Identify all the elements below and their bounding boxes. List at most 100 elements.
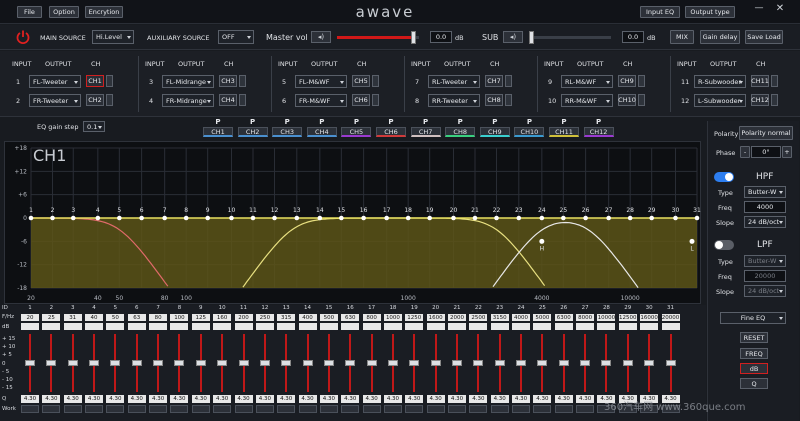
mix-button[interactable]: MIX (670, 30, 694, 44)
band-freq-input[interactable]: 10000 (597, 314, 616, 321)
band-freq-input[interactable]: 250 (255, 314, 274, 321)
band-freq-input[interactable]: 800 (362, 314, 381, 321)
band-q-input[interactable]: 4.30 (362, 395, 381, 403)
band-work-toggle[interactable] (319, 405, 338, 413)
band-freq-input[interactable]: 8000 (576, 314, 595, 321)
band-work-toggle[interactable] (191, 405, 210, 413)
band-gain-handle[interactable] (366, 360, 377, 366)
graph-band-point[interactable] (673, 215, 678, 221)
routing-channel-button[interactable]: CH10 (618, 94, 636, 106)
routing-output-select[interactable]: FR-M&WF (295, 94, 347, 107)
band-freq-input[interactable]: 630 (341, 314, 360, 321)
band-gain-handle[interactable] (67, 360, 78, 366)
band-db-input[interactable]: 0 (63, 323, 82, 330)
band-db-input[interactable]: 0 (618, 323, 637, 330)
routing-mute-toggle[interactable] (239, 94, 246, 106)
band-freq-input[interactable]: 6300 (554, 314, 573, 321)
band-q-input[interactable]: 4.30 (149, 395, 168, 403)
band-db-input[interactable]: 0 (234, 323, 253, 330)
routing-mute-toggle[interactable] (638, 75, 645, 87)
group-channel-button[interactable]: CH10 (514, 127, 545, 137)
group-channel-button[interactable]: CH9 (479, 127, 510, 137)
band-q-input[interactable]: 4.30 (490, 395, 509, 403)
group-channel-button[interactable]: CH8 (445, 127, 476, 137)
graph-band-point[interactable] (561, 215, 566, 221)
band-gain-handle[interactable] (601, 360, 612, 366)
input-eq-button[interactable]: Input EQ (640, 6, 680, 18)
band-work-toggle[interactable] (277, 405, 296, 413)
routing-mute-toggle[interactable] (106, 94, 113, 106)
band-gain-handle[interactable] (409, 360, 420, 366)
band-work-toggle[interactable] (383, 405, 402, 413)
band-freq-input[interactable]: 50 (106, 314, 125, 321)
band-q-input[interactable]: 4.30 (21, 395, 39, 403)
band-q-input[interactable]: 4.30 (63, 395, 82, 403)
lpf-freq-value[interactable]: 20000 (744, 270, 786, 282)
group-channel-button[interactable]: CH2 (237, 127, 268, 137)
graph-band-point[interactable] (28, 215, 34, 221)
output-type-button[interactable]: Output type (685, 6, 735, 18)
band-freq-input[interactable]: 25 (42, 314, 61, 321)
graph-band-point[interactable] (183, 215, 189, 221)
freq-button[interactable]: FREQ (740, 348, 768, 359)
master-volume-handle[interactable] (411, 31, 417, 44)
routing-mute-toggle[interactable] (372, 94, 379, 106)
band-db-input[interactable]: 0 (255, 323, 274, 330)
lpf-toggle[interactable] (714, 240, 734, 250)
band-q-input[interactable]: 4.30 (85, 395, 104, 403)
eq-graph-svg[interactable]: +18+12+60-6-12-1820 40 50 80 100 1000 4000 1000… (5, 142, 702, 305)
band-work-toggle[interactable] (149, 405, 168, 413)
band-q-input[interactable]: 4.30 (298, 395, 317, 403)
minimize-button[interactable]: — (752, 3, 766, 17)
band-gain-handle[interactable] (25, 360, 35, 366)
band-q-input[interactable]: 4.30 (512, 395, 531, 403)
group-channel-button[interactable]: CH5 (341, 127, 372, 137)
band-gain-handle[interactable] (644, 360, 655, 366)
routing-channel-button[interactable]: CH8 (485, 94, 503, 106)
band-gain-handle[interactable] (323, 360, 334, 366)
band-gain-handle[interactable] (387, 360, 398, 366)
band-q-input[interactable]: 4.30 (127, 395, 146, 403)
routing-mute-toggle[interactable] (505, 94, 512, 106)
band-q-input[interactable]: 4.30 (42, 395, 61, 403)
band-work-toggle[interactable] (21, 405, 39, 413)
band-freq-input[interactable]: 400 (298, 314, 317, 321)
band-gain-handle[interactable] (580, 360, 591, 366)
band-db-input[interactable]: 0 (213, 323, 232, 330)
main-source-select[interactable]: Hi.Level (92, 30, 134, 44)
group-channel-button[interactable]: CH1 (203, 127, 233, 137)
band-db-input[interactable]: 0 (21, 323, 39, 330)
phase-value[interactable]: 0° (751, 146, 781, 158)
band-q-input[interactable]: 4.30 (405, 395, 424, 403)
band-q-input[interactable]: 4.30 (277, 395, 296, 403)
routing-channel-button[interactable]: CH2 (86, 94, 104, 106)
routing-mute-toggle[interactable] (372, 75, 379, 87)
band-gain-handle[interactable] (259, 360, 270, 366)
band-work-toggle[interactable] (298, 405, 317, 413)
q-button[interactable]: Q (740, 378, 768, 389)
band-db-input[interactable]: 0 (554, 323, 573, 330)
eq-gain-step-select[interactable]: 0.1 (83, 121, 105, 132)
band-q-input[interactable]: 4.30 (426, 395, 445, 403)
band-q-input[interactable]: 4.30 (469, 395, 488, 403)
band-gain-handle[interactable] (345, 360, 356, 366)
band-work-toggle[interactable] (533, 405, 552, 413)
routing-mute-toggle[interactable] (771, 75, 778, 87)
band-work-toggle[interactable] (341, 405, 360, 413)
master-volume-slider[interactable] (337, 31, 419, 44)
lpf-marker-point[interactable] (689, 238, 695, 244)
band-gain-handle[interactable] (452, 360, 462, 366)
reset-button[interactable]: RESET (740, 332, 768, 343)
band-db-input[interactable]: 0 (533, 323, 552, 330)
band-q-input[interactable]: 4.30 (554, 395, 573, 403)
band-work-toggle[interactable] (576, 405, 595, 413)
band-db-input[interactable]: 0 (149, 323, 168, 330)
graph-band-point[interactable] (649, 215, 654, 221)
band-db-input[interactable]: 0 (42, 323, 61, 330)
routing-output-select[interactable]: FR-Midrange (162, 94, 214, 107)
band-freq-input[interactable]: 4000 (512, 314, 531, 321)
routing-mute-toggle[interactable] (239, 75, 246, 87)
band-db-input[interactable]: 0 (640, 323, 659, 330)
group-channel-button[interactable]: CH4 (306, 127, 337, 137)
aux-source-select[interactable]: OFF (218, 30, 254, 44)
